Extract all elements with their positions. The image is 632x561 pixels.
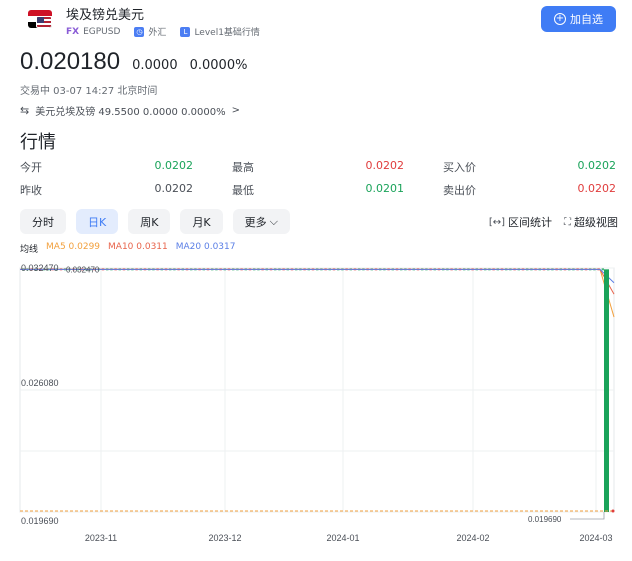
swap-icon: ⇆ [20, 104, 30, 117]
prev-close-value: 0.0202 [154, 182, 194, 195]
high-label: 最高 [232, 161, 254, 174]
x-tick-label: 2024-01 [326, 533, 359, 543]
reverse-quote-text: 美元兑埃及镑 49.5500 0.0000 0.0000% [35, 107, 226, 118]
level-label: Level1基础行情 [194, 28, 260, 38]
low-value: 0.0201 [365, 182, 405, 195]
ma-label: 均线 [20, 245, 39, 255]
ma20-value: MA20 0.0317 [175, 242, 236, 252]
tab-week[interactable]: 周K [128, 209, 171, 234]
current-price: 0.020180 [20, 48, 121, 75]
open-label: 今开 [20, 161, 42, 174]
max-price-label: 0.032470 [66, 265, 100, 274]
ma5-value: MA5 0.0299 [46, 242, 101, 252]
ma-line-ma10 [20, 268, 615, 295]
ask-label: 卖出价 [443, 184, 476, 197]
range-icon: [↔] [488, 216, 505, 228]
instrument-code: EGPUSD [83, 26, 121, 37]
chevron-down-icon: ⌵ [269, 214, 278, 228]
header: 埃及镑兑美元 FX EGPUSD ◷ 外汇 L Level1基础行情 + 加自选 [0, 0, 632, 44]
range-stats-label: 区间统计 [508, 216, 552, 229]
market-label: 外汇 [148, 28, 167, 38]
chevron-right-icon: > [231, 105, 240, 116]
egypt-usa-flag-icon [28, 10, 52, 28]
quote-stats: 今开 0.0202 最高 0.0202 买入价 0.0202 昨收 0.0202… [20, 159, 620, 205]
ask-value: 0.0202 [577, 182, 617, 195]
min-price-label: 0.019690 [528, 515, 562, 524]
price-change: 0.0000 [132, 58, 178, 73]
ma-line-ma5 [20, 268, 615, 318]
prev-close-label: 昨收 [20, 184, 42, 197]
x-tick-label: 2023-11 [85, 533, 117, 543]
min-pointer-line [570, 512, 605, 520]
section-title: 行情 [20, 132, 56, 153]
tab-day[interactable]: 日K [76, 209, 119, 234]
y-tick-label: 0.026080 [21, 378, 59, 388]
chart-tools: [↔] 区间统计 ⛶ 超级视图 [489, 214, 618, 230]
chart-labels: 0.032470 0.026080 0.019690 2023-11 2023-12 20… [21, 263, 615, 543]
x-tick-label: 2024-02 [456, 533, 489, 543]
bid-value: 0.0202 [577, 159, 617, 172]
instrument-title: 埃及镑兑美元 [66, 8, 145, 23]
high-value: 0.0202 [365, 159, 405, 172]
reverse-quote-link[interactable]: ⇆ 美元兑埃及镑 49.5500 0.0000 0.0000% > [20, 103, 240, 118]
ma-line-ma20 [20, 268, 615, 284]
kline-chart[interactable]: 0.032470 0.026080 0.019690 2023-11 2023-12 20… [0, 256, 632, 561]
ma10-value: MA10 0.0311 [108, 242, 168, 252]
x-tick-label: 2024-03 [579, 533, 612, 543]
add-watchlist-button[interactable]: + 加自选 [541, 6, 616, 32]
period-tabs: 分时 日K 周K 月K 更多 ⌵ [20, 209, 290, 234]
expand-icon: ⛶ [564, 216, 571, 228]
trading-status: 交易中 03-07 14:27 北京时间 [20, 86, 158, 97]
open-value: 0.0202 [154, 159, 194, 172]
price-change-pct: 0.0000% [189, 58, 248, 73]
plus-circle-icon: + [554, 13, 566, 25]
level-icon: L [180, 26, 191, 37]
add-watchlist-label: 加自选 [570, 13, 603, 26]
super-view-button[interactable]: ⛶ 超级视图 [564, 214, 618, 230]
tab-month[interactable]: 月K [180, 209, 223, 234]
super-view-label: 超级视图 [574, 216, 618, 229]
range-stats-button[interactable]: [↔] 区间统计 [489, 214, 552, 230]
tab-minute[interactable]: 分时 [20, 209, 66, 234]
y-tick-label: 0.032470 [21, 263, 59, 273]
instrument-meta: FX EGPUSD ◷ 外汇 L Level1基础行情 [66, 25, 260, 38]
tab-more[interactable]: 更多 ⌵ [232, 209, 290, 234]
bid-label: 买入价 [443, 161, 476, 174]
tab-more-label: 更多 [244, 215, 267, 229]
last-candle [604, 269, 609, 512]
low-label: 最低 [232, 184, 254, 197]
last-price-dot [611, 509, 615, 513]
candle [601, 268, 604, 271]
ma-legend: 均线 MA5 0.0299 MA10 0.0311 MA20 0.0317 [20, 242, 235, 255]
market-icon: ◷ [134, 26, 145, 37]
chart-grid [19, 267, 615, 513]
x-tick-label: 2023-12 [208, 533, 241, 543]
y-tick-label: 0.019690 [21, 516, 59, 526]
fx-tag: FX [66, 26, 80, 37]
price-row: 0.020180 0.0000 0.0000% [20, 48, 247, 76]
